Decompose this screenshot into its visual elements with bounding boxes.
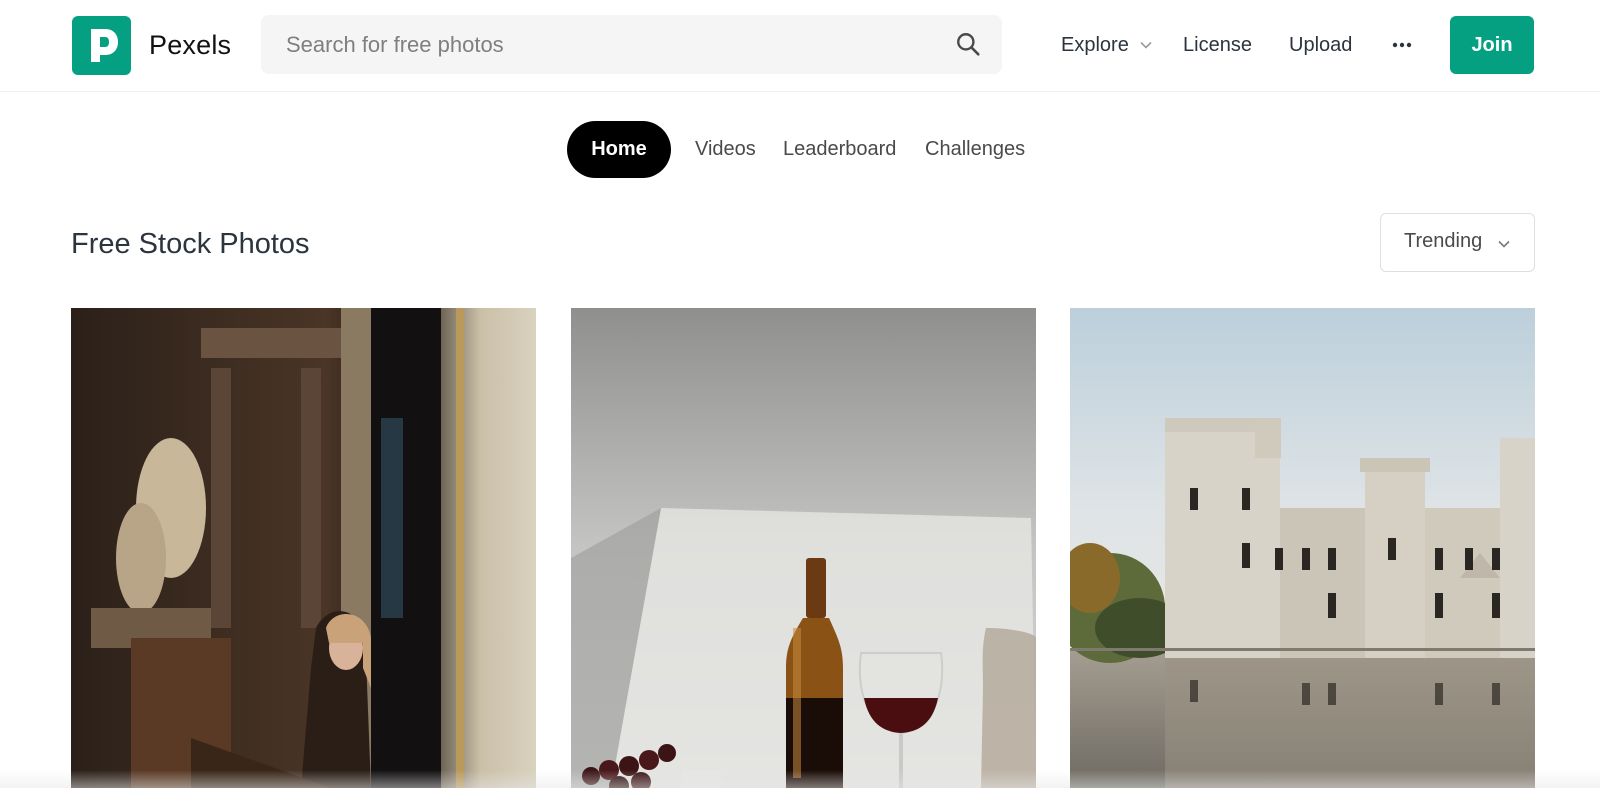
sort-selected-value: Trending (1404, 230, 1483, 252)
nav-license[interactable]: License (1183, 32, 1252, 58)
brand-name[interactable]: Pexels (149, 30, 231, 61)
photo-image (1070, 308, 1535, 788)
photo-image (71, 308, 536, 788)
top-header: Pexels Explore License Upload Join (0, 0, 1600, 92)
join-button[interactable]: Join (1450, 16, 1534, 74)
nav-upload[interactable]: Upload (1289, 32, 1352, 58)
bottom-fade (0, 770, 1600, 788)
chevron-down-icon[interactable] (1139, 38, 1153, 52)
sort-dropdown[interactable]: Trending (1380, 213, 1535, 272)
photo-image (571, 308, 1036, 788)
tab-home[interactable]: Home (567, 121, 671, 178)
pexels-logo-icon[interactable] (72, 16, 131, 75)
chevron-down-icon (1498, 240, 1510, 248)
tab-leaderboard[interactable]: Leaderboard (783, 121, 896, 178)
photo-card[interactable] (571, 308, 1036, 788)
search-icon[interactable] (955, 31, 981, 57)
page-title: Free Stock Photos (71, 228, 310, 260)
tab-challenges[interactable]: Challenges (925, 121, 1025, 178)
search-input[interactable] (286, 15, 926, 74)
photo-card[interactable] (71, 308, 536, 788)
search-bar[interactable] (261, 15, 1002, 74)
more-dots-icon[interactable] (1391, 40, 1413, 50)
photo-card[interactable] (1070, 308, 1535, 788)
tab-videos[interactable]: Videos (695, 121, 756, 178)
nav-explore[interactable]: Explore (1061, 32, 1129, 58)
